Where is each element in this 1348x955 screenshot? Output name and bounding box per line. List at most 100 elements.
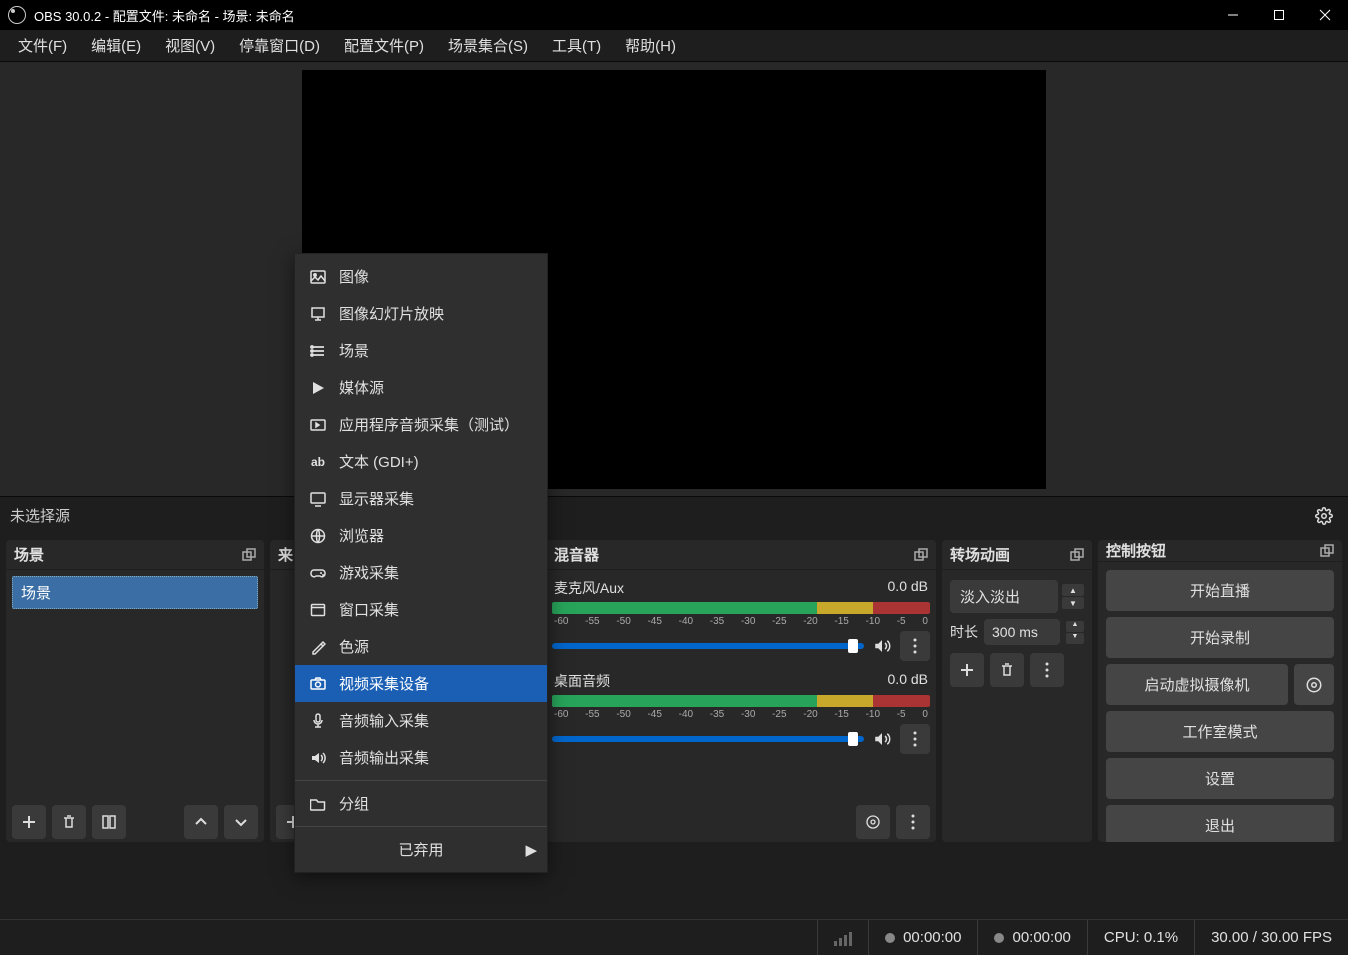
ctx-item-label: 分组: [339, 793, 369, 814]
source-properties-button[interactable]: [1310, 502, 1338, 530]
window-title: OBS 30.0.2 - 配置文件: 未命名 - 场景: 未命名: [34, 6, 1210, 25]
obs-logo-icon: [8, 6, 26, 24]
transition-add-button[interactable]: [950, 653, 984, 687]
studio-mode-button[interactable]: 工作室模式: [1106, 711, 1334, 752]
start-streaming-button[interactable]: 开始直播: [1106, 570, 1334, 611]
ctx-item-appaudio[interactable]: 应用程序音频采集（测试）: [295, 406, 547, 443]
maximize-button[interactable]: [1256, 0, 1302, 30]
source-bar-label: 未选择源: [10, 505, 1310, 526]
browser-icon: [309, 528, 327, 544]
ctx-item-label: 图像: [339, 266, 369, 287]
ctx-item-browser[interactable]: 浏览器: [295, 517, 547, 554]
scene-remove-button[interactable]: [52, 805, 86, 839]
ctx-item-color[interactable]: 色源: [295, 628, 547, 665]
dock-popout-icon[interactable]: [1320, 544, 1334, 558]
scene-down-button[interactable]: [224, 805, 258, 839]
mute-button[interactable]: [870, 727, 894, 751]
color-icon: [309, 639, 327, 655]
ctx-item-label: 图像幻灯片放映: [339, 303, 444, 324]
mixer-advanced-button[interactable]: [856, 805, 890, 839]
menu-edit[interactable]: 编辑(E): [79, 29, 153, 62]
volume-slider[interactable]: [552, 736, 864, 742]
ctx-item-label: 音频输入采集: [339, 710, 429, 731]
scene-up-button[interactable]: [184, 805, 218, 839]
transitions-dock: 转场动画 淡入淡出 ▲▼ 时长 300 ms ▲▼: [942, 540, 1092, 842]
live-dot-icon: [885, 933, 895, 943]
dock-popout-icon[interactable]: [914, 548, 928, 562]
separator: [295, 780, 547, 781]
menu-bar: 文件(F) 编辑(E) 视图(V) 停靠窗口(D) 配置文件(P) 场景集合(S…: [0, 30, 1348, 62]
title-bar: OBS 30.0.2 - 配置文件: 未命名 - 场景: 未命名: [0, 0, 1348, 30]
mixer-ch-name: 麦克风/Aux: [554, 578, 624, 598]
transition-spin[interactable]: ▲▼: [1062, 584, 1084, 609]
mixer-channel: 麦克风/Aux0.0 dB -60-55-50-45-40-35-30-25-2…: [552, 578, 930, 661]
ctx-item-camera[interactable]: 视频采集设备: [295, 665, 547, 702]
ctx-item-label: 文本 (GDI+): [339, 451, 419, 472]
vcam-settings-button[interactable]: [1294, 664, 1334, 705]
duration-input[interactable]: 300 ms: [984, 619, 1060, 645]
menu-docks[interactable]: 停靠窗口(D): [227, 29, 332, 62]
controls-title: 控制按钮: [1106, 540, 1166, 561]
mixer-options-button[interactable]: [900, 631, 930, 661]
mic-icon: [309, 713, 327, 729]
menu-file[interactable]: 文件(F): [6, 29, 79, 62]
controls-dock: 控制按钮 开始直播 开始录制 启动虚拟摄像机 工作室模式 设置 退出: [1098, 540, 1342, 842]
mixer-ch-name: 桌面音频: [554, 671, 610, 691]
menu-tools[interactable]: 工具(T): [540, 29, 613, 62]
menu-profile[interactable]: 配置文件(P): [332, 29, 436, 62]
ctx-item-gamepad[interactable]: 游戏采集: [295, 554, 547, 591]
ctx-item-spk[interactable]: 音频输出采集: [295, 739, 547, 776]
ctx-item-slideshow[interactable]: 图像幻灯片放映: [295, 295, 547, 332]
ctx-item-text[interactable]: ab文本 (GDI+): [295, 443, 547, 480]
appaudio-icon: [309, 417, 327, 433]
ctx-item-window[interactable]: 窗口采集: [295, 591, 547, 628]
transition-remove-button[interactable]: [990, 653, 1024, 687]
ctx-item-play[interactable]: 媒体源: [295, 369, 547, 406]
ctx-item-label: 窗口采集: [339, 599, 399, 620]
ctx-item-scene[interactable]: 场景: [295, 332, 547, 369]
display-icon: [309, 491, 327, 507]
transition-props-button[interactable]: [1030, 653, 1064, 687]
mute-button[interactable]: [870, 634, 894, 658]
scene-filter-button[interactable]: [92, 805, 126, 839]
ctx-item-label: 媒体源: [339, 377, 384, 398]
ctx-item-group[interactable]: 分组: [295, 785, 547, 822]
mixer-menu-button[interactable]: [896, 805, 930, 839]
dock-popout-icon[interactable]: [1070, 548, 1084, 562]
menu-scenes[interactable]: 场景集合(S): [436, 29, 540, 62]
menu-help[interactable]: 帮助(H): [613, 29, 688, 62]
network-indicator: [817, 920, 868, 955]
transition-select[interactable]: 淡入淡出: [950, 580, 1058, 613]
duration-spin[interactable]: ▲▼: [1066, 621, 1084, 644]
add-source-menu: 图像图像幻灯片放映场景媒体源应用程序音频采集（测试）ab文本 (GDI+) 显示器…: [294, 253, 548, 873]
exit-button[interactable]: 退出: [1106, 805, 1334, 842]
start-vcam-button[interactable]: 启动虚拟摄像机: [1106, 664, 1288, 705]
cpu-stat: CPU: 0.1%: [1087, 920, 1194, 955]
spk-icon: [309, 750, 327, 766]
window-icon: [309, 602, 327, 618]
scene-add-button[interactable]: [12, 805, 46, 839]
dock-popout-icon[interactable]: [242, 548, 256, 562]
play-icon: [309, 380, 327, 396]
ctx-item-label: 色源: [339, 636, 369, 657]
start-recording-button[interactable]: 开始录制: [1106, 617, 1334, 658]
mixer-ch-level: 0.0 dB: [888, 578, 928, 598]
scenes-title: 场景: [14, 544, 44, 565]
ctx-item-deprecated[interactable]: 已弃用▶: [295, 831, 547, 868]
ctx-item-image[interactable]: 图像: [295, 258, 547, 295]
slideshow-icon: [309, 306, 327, 322]
settings-button[interactable]: 设置: [1106, 758, 1334, 799]
scene-icon: [309, 343, 327, 359]
sources-title: 来: [278, 544, 293, 565]
scene-item[interactable]: 场景: [12, 576, 258, 609]
ctx-item-label: 显示器采集: [339, 488, 414, 509]
scenes-dock: 场景 场景: [6, 540, 264, 842]
ctx-item-mic[interactable]: 音频输入采集: [295, 702, 547, 739]
close-button[interactable]: [1302, 0, 1348, 30]
meter-ticks: -60-55-50-45-40-35-30-25-20-15-10-50: [552, 709, 930, 720]
menu-view[interactable]: 视图(V): [153, 29, 227, 62]
ctx-item-display[interactable]: 显示器采集: [295, 480, 547, 517]
mixer-options-button[interactable]: [900, 724, 930, 754]
volume-slider[interactable]: [552, 643, 864, 649]
minimize-button[interactable]: [1210, 0, 1256, 30]
